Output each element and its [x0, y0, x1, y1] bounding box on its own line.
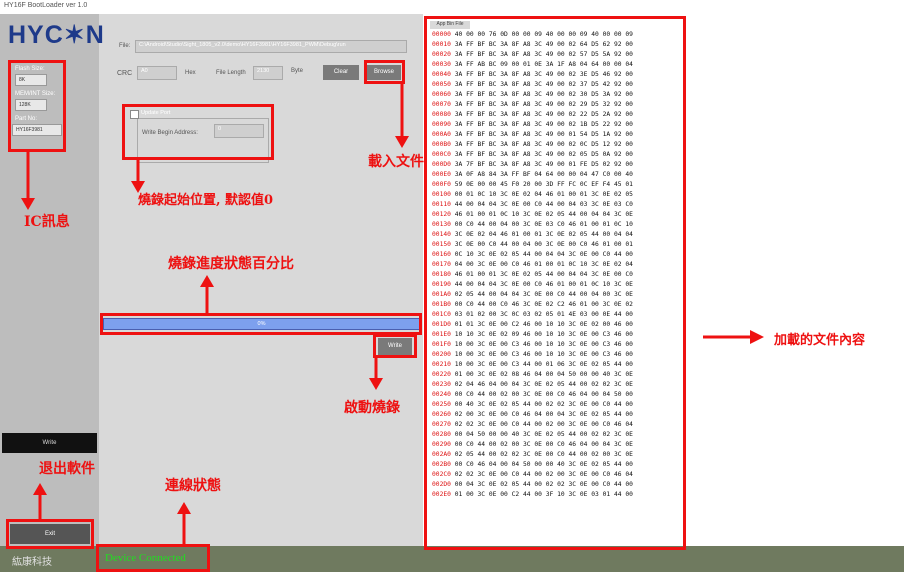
annotation-start-burn: 啟動燒錄 — [344, 400, 400, 416]
annotation-ic-info: IC訊息 — [24, 214, 70, 230]
annotation-arrows — [21, 84, 764, 544]
annotation-load-file: 載入文件 — [368, 154, 424, 170]
annotation-burn-start: 燒錄起始位置, 默認值0 — [138, 193, 274, 208]
annotation-exit-software: 退出軟件 — [39, 461, 95, 477]
annotation-progress-status: 燒錄進度狀態百分比 — [168, 256, 294, 272]
annotation-connection-status: 連線狀態 — [165, 478, 221, 494]
annotation-loaded-content: 加載的文件內容 — [774, 333, 866, 348]
